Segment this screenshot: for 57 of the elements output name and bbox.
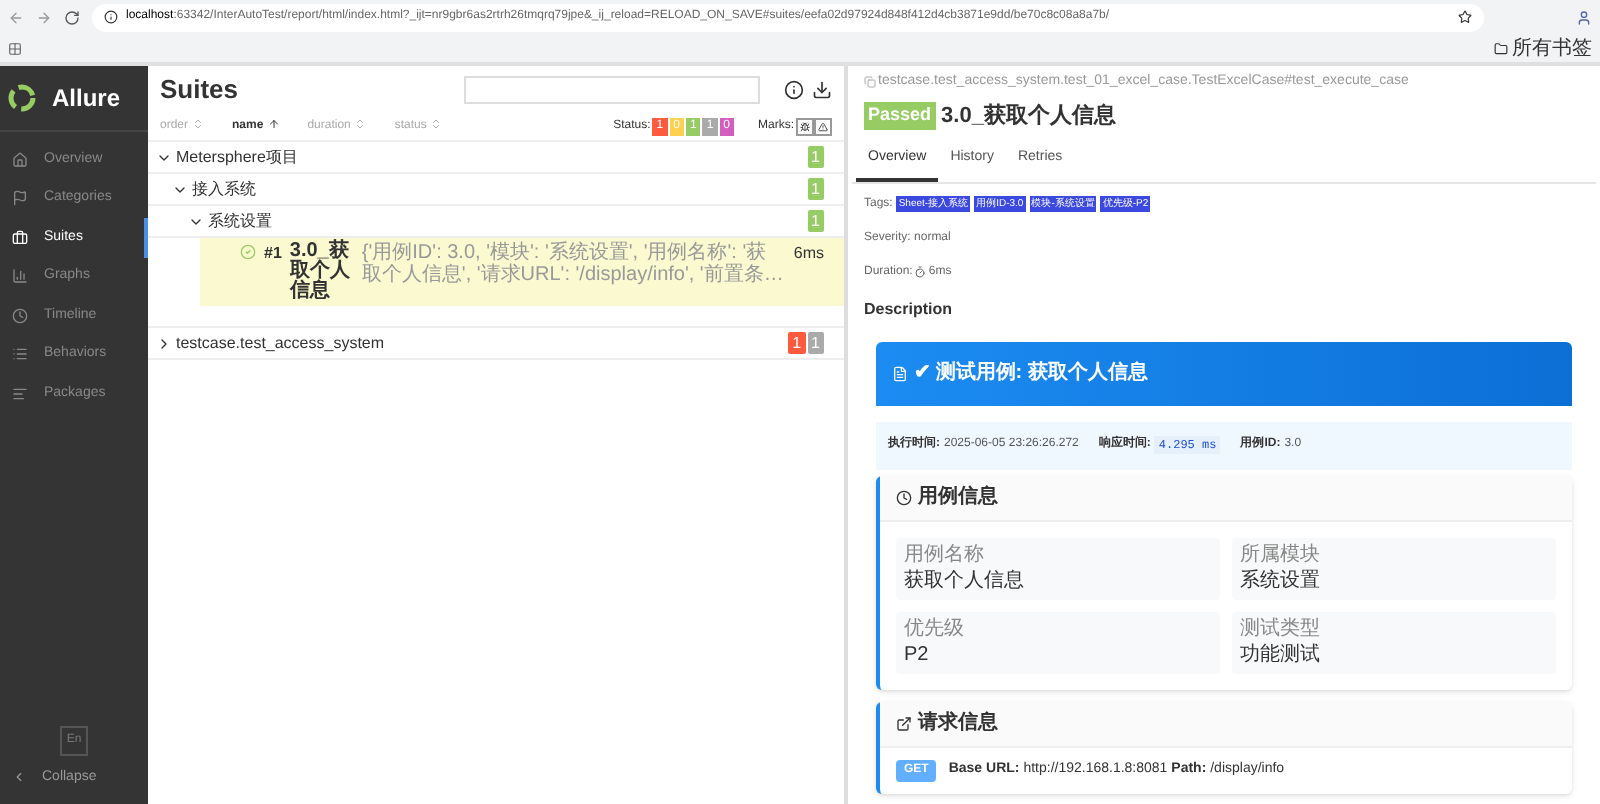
group-name[interactable]: Metersphere项目 xyxy=(176,145,298,169)
external-link-icon xyxy=(896,715,912,731)
check-circle-icon xyxy=(240,244,256,260)
status-badge: Passed xyxy=(864,102,936,129)
reload-icon[interactable] xyxy=(64,9,80,25)
count-badge: 1 xyxy=(788,332,806,354)
case-number: #1 xyxy=(264,242,282,266)
brand-name: Allure xyxy=(52,82,121,116)
page-title: Suites xyxy=(160,71,241,108)
count-badge: 1 xyxy=(807,210,824,232)
star-icon[interactable] xyxy=(1458,10,1472,24)
test-title: 3.0_获取个人信息 xyxy=(941,101,1116,131)
flag-icon xyxy=(12,190,28,207)
bar-chart-icon xyxy=(12,268,28,285)
clock-icon xyxy=(12,307,28,324)
count-badge: 1 xyxy=(807,332,824,354)
apps-icon[interactable] xyxy=(8,41,22,55)
chevron-left-icon[interactable] xyxy=(12,770,26,785)
folder-icon xyxy=(1494,41,1508,55)
logo-icon xyxy=(8,84,36,112)
field-value: 获取个人信息 xyxy=(904,569,1026,593)
briefcase-icon xyxy=(12,229,28,246)
group-name[interactable]: testcase.test_access_system xyxy=(176,331,385,355)
field-value: 功能测试 xyxy=(1240,643,1322,667)
case-name: 3.0_获取个人信息 xyxy=(289,242,352,302)
case-description: {'用例ID': 3.0, '模块': '系统设置', '用例名称': '获取个人信息', '请求URL': '/display/info', '前置条… xyxy=(361,242,786,286)
field-label: 用例名称 xyxy=(904,543,986,567)
site-info-icon[interactable] xyxy=(104,10,118,24)
bookmarks-label[interactable]: 所有书签 xyxy=(1512,33,1592,63)
document-icon xyxy=(892,365,908,381)
section-heading: Description xyxy=(864,297,955,321)
field-value: 系统设置 xyxy=(1240,569,1322,593)
field-label: 测试类型 xyxy=(1240,617,1322,641)
warning-icon[interactable] xyxy=(814,117,832,135)
home-icon xyxy=(12,151,28,168)
card-heading: 请求信息 xyxy=(918,709,998,738)
bug-icon[interactable] xyxy=(796,117,814,135)
field-value: P2 xyxy=(904,643,931,667)
group-name[interactable]: 系统设置 xyxy=(208,209,272,233)
clock-icon xyxy=(896,489,912,505)
sort-ascending-icon xyxy=(267,117,280,130)
description-banner: ✔ 测试用例: 获取个人信息 xyxy=(876,341,1572,405)
field-label: 所属模块 xyxy=(1240,543,1322,567)
card-heading: 用例信息 xyxy=(918,483,998,512)
search-field[interactable] xyxy=(464,75,760,103)
profile-icon[interactable] xyxy=(1576,9,1592,25)
download-icon[interactable] xyxy=(812,79,832,99)
field-label: 优先级 xyxy=(904,617,966,641)
count-badge: 1 xyxy=(807,146,824,168)
info-icon[interactable] xyxy=(784,79,804,99)
chevron-icon[interactable] xyxy=(156,335,172,351)
case-duration: 6ms xyxy=(793,242,824,266)
timer-icon xyxy=(914,266,927,278)
list-icon xyxy=(12,346,28,363)
count-badge: 1 xyxy=(807,178,824,200)
group-name[interactable]: 接入系统 xyxy=(192,177,256,201)
lines-icon xyxy=(12,385,28,402)
